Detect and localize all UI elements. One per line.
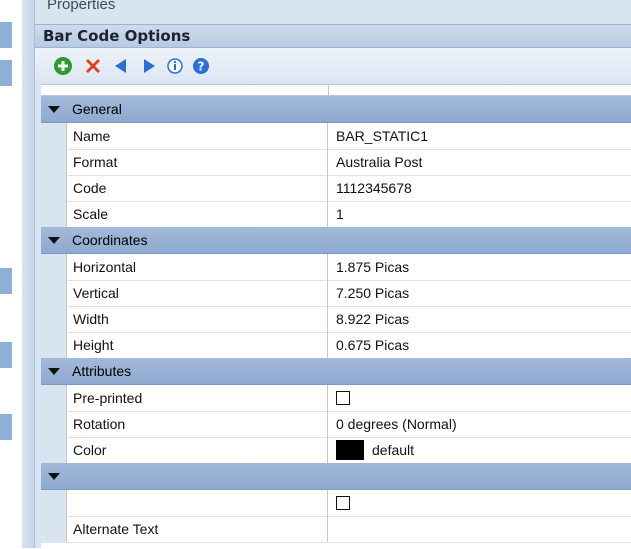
info-button[interactable] bbox=[165, 56, 185, 76]
delete-button[interactable] bbox=[83, 56, 103, 76]
property-value[interactable]: 0 degrees (Normal) bbox=[329, 411, 631, 437]
category-label: General bbox=[72, 101, 122, 117]
properties-title: Properties bbox=[47, 0, 116, 13]
color-value: default bbox=[372, 442, 415, 458]
add-icon bbox=[54, 57, 72, 75]
property-value[interactable]: 0.675 Picas bbox=[329, 332, 631, 358]
property-grid: General Name BAR_STATIC1 Format Australi… bbox=[41, 84, 631, 549]
property-label: Format bbox=[66, 149, 328, 175]
category-general[interactable]: General bbox=[41, 96, 631, 123]
property-label: Vertical bbox=[66, 280, 328, 306]
color-swatch[interactable] bbox=[336, 440, 364, 460]
dock-rail bbox=[22, 0, 34, 548]
property-row-checkbox[interactable] bbox=[41, 490, 631, 517]
delete-icon bbox=[86, 59, 100, 73]
grid-header-strip bbox=[41, 85, 631, 96]
property-value bbox=[329, 385, 631, 411]
property-value[interactable]: 7.250 Picas bbox=[329, 280, 631, 306]
collapse-chevron-icon[interactable] bbox=[47, 364, 61, 378]
toolbar: ? bbox=[35, 48, 631, 82]
property-value[interactable]: 1 bbox=[329, 201, 631, 227]
category-unnamed[interactable] bbox=[41, 463, 631, 490]
property-value[interactable]: Australia Post bbox=[329, 149, 631, 175]
property-value[interactable] bbox=[329, 516, 631, 542]
property-label: Alternate Text bbox=[66, 516, 328, 542]
previous-button[interactable] bbox=[111, 56, 131, 76]
property-row-height[interactable]: Height 0.675 Picas bbox=[41, 332, 631, 359]
preprinted-checkbox[interactable] bbox=[336, 391, 350, 405]
property-label: Color bbox=[66, 437, 328, 463]
property-row-rotation[interactable]: Rotation 0 degrees (Normal) bbox=[41, 411, 631, 438]
property-row-width[interactable]: Width 8.922 Picas bbox=[41, 306, 631, 333]
property-label: Rotation bbox=[66, 411, 328, 437]
property-label: Scale bbox=[66, 201, 328, 227]
property-row-vertical[interactable]: Vertical 7.250 Picas bbox=[41, 280, 631, 307]
property-value[interactable]: default bbox=[329, 437, 631, 463]
category-coordinates[interactable]: Coordinates bbox=[41, 227, 631, 254]
dock-tab[interactable] bbox=[0, 60, 12, 86]
property-row-scale[interactable]: Scale 1 bbox=[41, 201, 631, 228]
category-label: Coordinates bbox=[72, 232, 148, 248]
collapse-chevron-icon[interactable] bbox=[47, 102, 61, 116]
category-label: Attributes bbox=[72, 363, 132, 379]
dock-tab[interactable] bbox=[0, 342, 12, 368]
left-gutter bbox=[0, 0, 34, 548]
property-label: Pre-printed bbox=[66, 385, 328, 411]
property-label: Code bbox=[66, 175, 328, 201]
info-icon bbox=[167, 58, 183, 74]
property-value[interactable]: 1112345678 bbox=[329, 175, 631, 201]
property-row-name[interactable]: Name BAR_STATIC1 bbox=[41, 123, 631, 150]
panel-header-title: Bar Code Options bbox=[43, 27, 191, 45]
property-row-format[interactable]: Format Australia Post bbox=[41, 149, 631, 176]
property-row-code[interactable]: Code 1112345678 bbox=[41, 175, 631, 202]
property-label: Horizontal bbox=[66, 254, 328, 280]
property-label: Name bbox=[66, 123, 328, 149]
property-value bbox=[329, 490, 631, 516]
dock-tab[interactable] bbox=[0, 268, 12, 294]
property-value[interactable]: 8.922 Picas bbox=[329, 306, 631, 332]
property-value[interactable]: BAR_STATIC1 bbox=[329, 123, 631, 149]
next-arrow-icon bbox=[144, 59, 155, 73]
help-button[interactable]: ? bbox=[191, 56, 211, 76]
help-icon: ? bbox=[193, 58, 209, 74]
property-label: Width bbox=[66, 306, 328, 332]
category-attributes[interactable]: Attributes bbox=[41, 358, 631, 385]
option-checkbox[interactable] bbox=[336, 496, 350, 510]
collapse-chevron-icon[interactable] bbox=[47, 469, 61, 483]
svg-text:?: ? bbox=[198, 60, 205, 74]
dock-tab[interactable] bbox=[0, 414, 12, 440]
property-label bbox=[66, 490, 328, 516]
add-button[interactable] bbox=[53, 56, 73, 76]
previous-arrow-icon bbox=[115, 59, 126, 73]
property-row-preprinted[interactable]: Pre-printed bbox=[41, 385, 631, 412]
property-label: Height bbox=[66, 332, 328, 358]
property-value[interactable]: 1.875 Picas bbox=[329, 254, 631, 280]
next-button[interactable] bbox=[139, 56, 159, 76]
property-row-color[interactable]: Color default bbox=[41, 437, 631, 464]
dock-tab[interactable] bbox=[0, 22, 12, 48]
panel-header: Bar Code Options bbox=[35, 24, 631, 48]
collapse-chevron-icon[interactable] bbox=[47, 233, 61, 247]
properties-panel: Properties Bar Code Options ? General Na… bbox=[34, 0, 631, 549]
property-row-alternate-text[interactable]: Alternate Text bbox=[41, 516, 631, 543]
property-row-horizontal[interactable]: Horizontal 1.875 Picas bbox=[41, 254, 631, 281]
